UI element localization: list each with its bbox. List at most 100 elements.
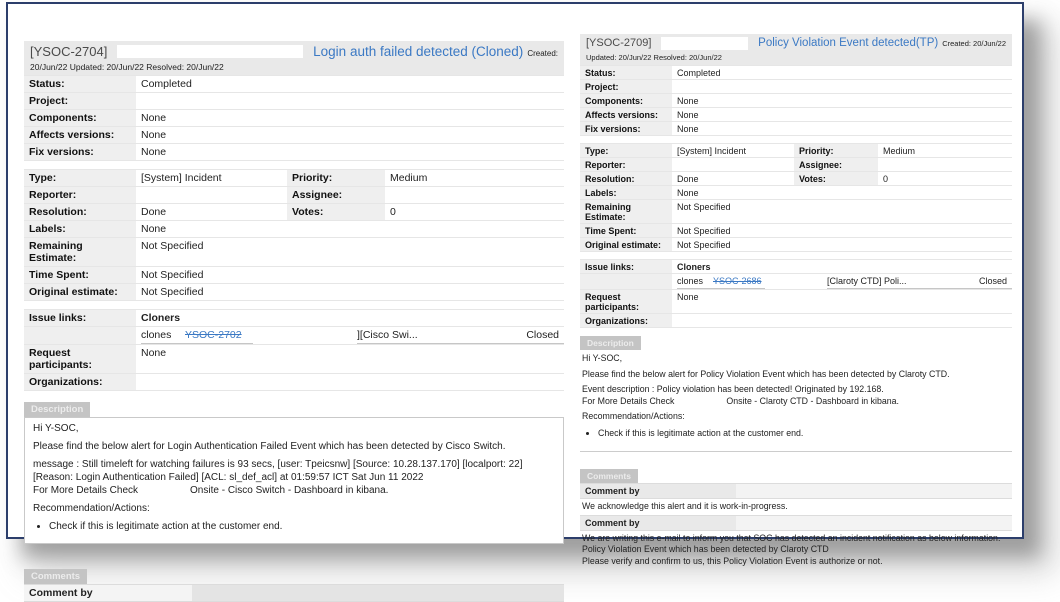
field-row: Type: [System] Incident Priority: Medium bbox=[24, 170, 564, 187]
field-label: Time Spent: bbox=[580, 224, 672, 237]
field-row: Components: None bbox=[24, 110, 564, 127]
linked-issue-status: Closed bbox=[504, 327, 564, 344]
field-value bbox=[136, 374, 564, 390]
description-tab: Description bbox=[580, 336, 641, 350]
field-value: Not Specified bbox=[677, 239, 731, 250]
recommendation-label: Recommendation/Actions: bbox=[33, 503, 150, 514]
field-label: Project: bbox=[580, 80, 672, 93]
field-value: None bbox=[677, 187, 699, 198]
field-row: Resolution: Done Votes: 0 bbox=[580, 172, 1012, 186]
issue-links-header-row: Issue links: Cloners bbox=[580, 260, 1012, 274]
recommendation-bullet: Check if this is legitimate action at th… bbox=[598, 428, 1010, 440]
field-row: Affects versions: None bbox=[580, 108, 1012, 122]
field-value: Not Specified bbox=[141, 269, 204, 281]
field-value bbox=[672, 158, 794, 171]
more-details-value: Onsite - Claroty CTD - Dashboard in kiba… bbox=[726, 395, 899, 406]
more-details-value: Onsite - Cisco Switch - Dashboard in kib… bbox=[190, 485, 389, 496]
field-row: Components: None bbox=[580, 94, 1012, 108]
field-label: Components: bbox=[580, 94, 672, 107]
field-label: Labels: bbox=[24, 221, 136, 237]
ticket-header: [YSOC-2709] Policy Violation Event detec… bbox=[580, 34, 1012, 65]
field-row: Status: Completed bbox=[24, 76, 564, 93]
comment-text-line: We are writing this e-mail to inform you… bbox=[582, 532, 1001, 543]
comments-tab: Comments bbox=[24, 569, 88, 584]
linked-issue-summary: ][Cisco Swi... bbox=[357, 327, 504, 344]
field-value: None bbox=[141, 112, 167, 124]
field-label: Remaining Estimate: bbox=[24, 238, 136, 266]
field-label: Original estimate: bbox=[580, 238, 672, 251]
issue-link-row: clones YSOC-2702 ][Cisco Swi... Closed bbox=[24, 327, 564, 345]
field-value: None bbox=[141, 223, 167, 235]
field-value bbox=[672, 314, 1012, 327]
comment-author-row: Comment by bbox=[580, 483, 1012, 499]
description-greeting: Hi Y-SOC, bbox=[33, 423, 79, 434]
field-label: Original estimate: bbox=[24, 284, 136, 300]
field-value bbox=[672, 80, 1012, 93]
comment-text-line: Please verify and confirm to us, this Po… bbox=[582, 555, 883, 566]
field-label: Request participants: bbox=[24, 345, 136, 373]
field-value bbox=[385, 187, 564, 203]
field-row: Status: Completed bbox=[580, 66, 1012, 80]
field-value: 0 bbox=[883, 173, 889, 184]
field-label: Votes: bbox=[287, 204, 385, 220]
field-row: Reporter: Assignee: bbox=[24, 187, 564, 204]
redaction-box bbox=[736, 515, 1012, 530]
field-row: Project: bbox=[24, 93, 564, 110]
field-label: Organizations: bbox=[580, 314, 672, 327]
issue-title-link[interactable]: Policy Violation Event detected(TP) bbox=[758, 37, 938, 49]
issue-links-section: Issue links: Cloners clones YSOC-2702 ][… bbox=[24, 309, 564, 391]
field-value: Completed bbox=[141, 78, 192, 90]
more-details-label: For More Details Check bbox=[582, 395, 675, 406]
field-row: Organizations: bbox=[24, 374, 564, 391]
link-relation: clones bbox=[677, 276, 704, 286]
redaction-box bbox=[661, 37, 749, 50]
field-row: Project: bbox=[580, 80, 1012, 94]
field-label: Fix versions: bbox=[580, 122, 672, 135]
field-row: Labels: None bbox=[580, 186, 1012, 200]
comment-text-line: Policy Violation Event which has been de… bbox=[582, 544, 829, 554]
field-row: Type: [System] Incident Priority: Medium bbox=[580, 144, 1012, 158]
field-label: Organizations: bbox=[24, 374, 136, 390]
field-row: Remaining Estimate: Not Specified bbox=[580, 200, 1012, 224]
created-label: Created: bbox=[527, 49, 558, 58]
recommendation-bullet: Check if this is legitimate action at th… bbox=[49, 520, 555, 533]
recommendation-label: Recommendation/Actions: bbox=[582, 411, 685, 421]
field-label-spacer bbox=[24, 327, 136, 344]
field-value bbox=[136, 187, 287, 203]
linked-issue-link[interactable]: YSOC-2686 bbox=[713, 276, 762, 286]
redaction-box bbox=[674, 396, 726, 404]
link-group-name: Cloners bbox=[141, 312, 181, 324]
linked-issue-link[interactable]: YSOC-2702 bbox=[185, 329, 242, 341]
field-value: Not Specified bbox=[677, 225, 731, 236]
field-label: Request participants: bbox=[580, 290, 672, 313]
field-label: Priority: bbox=[287, 170, 385, 186]
ticket-panel-left: [YSOC-2704] Login auth failed detected (… bbox=[24, 41, 564, 602]
field-row: Original estimate: Not Specified bbox=[24, 284, 564, 301]
field-label: Remaining Estimate: bbox=[580, 200, 672, 223]
comment-by-label: Comment by bbox=[585, 486, 640, 496]
comments-section: Comments Comment by bbox=[24, 558, 564, 602]
dates-line: 20/Jun/22 Updated: 20/Jun/22 Resolved: 2… bbox=[30, 62, 224, 72]
ticket-header: [YSOC-2704] Login auth failed detected (… bbox=[24, 41, 564, 75]
field-row: Organizations: bbox=[580, 314, 1012, 328]
description-paragraph: Please find the below alert for Login Au… bbox=[33, 441, 506, 452]
field-value: None bbox=[141, 347, 167, 359]
field-label: Type: bbox=[580, 144, 672, 157]
issue-title-link[interactable]: Login auth failed detected (Cloned) bbox=[313, 44, 523, 59]
field-label: Assignee: bbox=[287, 187, 385, 203]
link-group-name: Cloners bbox=[677, 261, 711, 272]
field-value bbox=[136, 93, 564, 109]
field-row: Fix versions: None bbox=[580, 122, 1012, 136]
field-row: Request participants: None bbox=[24, 345, 564, 374]
field-row: Fix versions: None bbox=[24, 144, 564, 161]
created-label: Created: 20/Jun/22 bbox=[942, 39, 1006, 48]
linked-issue-status: Closed bbox=[964, 274, 1012, 289]
field-label: Issue links: bbox=[24, 310, 136, 326]
field-value: Not Specified bbox=[141, 240, 204, 252]
field-row: Time Spent: Not Specified bbox=[580, 224, 1012, 238]
comment-text: We are writing this e-mail to inform you… bbox=[580, 531, 1012, 570]
field-value: None bbox=[677, 291, 699, 302]
description-paragraph: For More Details Check Onsite - Claroty C… bbox=[582, 396, 1010, 408]
field-value: 0 bbox=[390, 206, 396, 218]
